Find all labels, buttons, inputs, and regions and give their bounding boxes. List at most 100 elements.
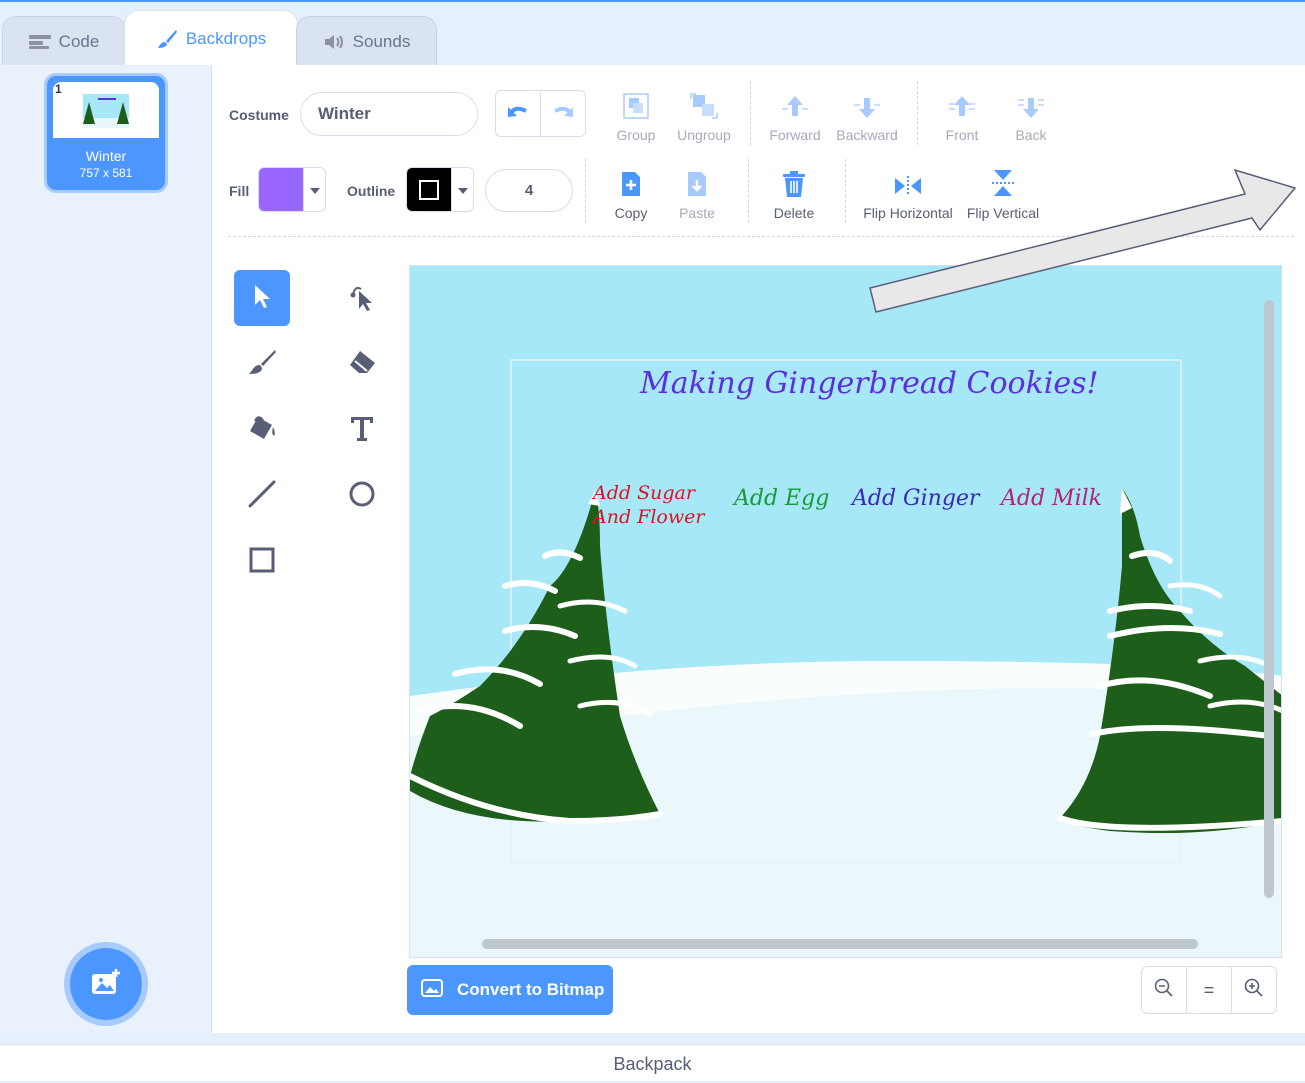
tab-code-label: Code: [58, 31, 100, 51]
backdrop-number: 1: [55, 82, 62, 96]
brush-tool[interactable]: [234, 336, 290, 392]
copy-button[interactable]: Copy: [611, 165, 651, 221]
delete-label: Delete: [773, 205, 815, 221]
paint-canvas[interactable]: Making Gingerbread Cookies! Add Sugar An…: [409, 265, 1282, 958]
redo-button[interactable]: [541, 91, 585, 136]
circle-tool[interactable]: [334, 468, 390, 524]
circle-icon: [348, 480, 376, 513]
line-icon: [247, 479, 277, 514]
undo-redo-group: [495, 90, 586, 137]
fill-label: Fill: [229, 183, 250, 199]
backdrop-name: Winter: [85, 148, 127, 164]
tab-code[interactable]: Code: [2, 16, 126, 66]
add-backdrop-icon: [90, 968, 122, 1001]
tab-backdrops-label: Backdrops: [185, 29, 267, 48]
tab-sounds[interactable]: Sounds: [296, 16, 437, 66]
toolbar-divider: [845, 159, 846, 223]
backdrop-list: 1 Winter 757 x 581: [0, 65, 212, 1033]
outline-swatch: [407, 168, 451, 211]
front-button[interactable]: Front: [942, 87, 982, 143]
paint-bucket-icon: [246, 413, 278, 448]
canvas-title: Making Gingerbread Cookies!: [640, 366, 1099, 401]
backdrop-size: 757 x 581: [79, 166, 133, 180]
convert-to-bitmap-label: Convert to Bitmap: [457, 980, 605, 999]
fill-color-picker[interactable]: [258, 167, 326, 212]
undo-button[interactable]: [496, 91, 541, 136]
trash-icon: [781, 170, 807, 201]
canvas-label-ginger: Add Ginger: [852, 486, 980, 511]
toolbar-divider: [748, 159, 749, 223]
copy-icon: [619, 170, 643, 201]
convert-to-bitmap-button[interactable]: Convert to Bitmap: [407, 965, 613, 1015]
backdrop-item-winter[interactable]: 1 Winter 757 x 581: [44, 73, 168, 193]
outline-color-picker[interactable]: [406, 167, 474, 212]
backward-icon: [852, 94, 882, 123]
forward-label: Forward: [769, 127, 821, 143]
fill-tool[interactable]: [234, 402, 290, 458]
canvas-label-egg: Add Egg: [734, 486, 830, 511]
tab-backdrops[interactable]: Backdrops: [124, 10, 298, 67]
vertical-scrollbar[interactable]: [1264, 300, 1274, 898]
ungroup-icon: [689, 92, 719, 123]
rectangle-tool[interactable]: [234, 534, 290, 590]
reshape-tool[interactable]: [334, 270, 390, 326]
fill-swatch: [259, 168, 303, 211]
canvas-label-milk: Add Milk: [1001, 486, 1102, 511]
zoom-in-icon: [1244, 978, 1264, 1003]
editor-tabs: Code Backdrops Sounds: [0, 2, 1305, 67]
paste-label: Paste: [679, 205, 715, 221]
toolbar-divider: [585, 159, 586, 223]
backward-button[interactable]: Backward: [835, 87, 899, 143]
forward-icon: [780, 94, 810, 123]
eraser-icon: [347, 349, 377, 380]
toolbar-divider: [917, 81, 918, 145]
tab-sounds-label: Sounds: [352, 31, 411, 51]
line-tool[interactable]: [234, 468, 290, 524]
horizontal-scrollbar[interactable]: [482, 939, 1198, 949]
zoom-reset-button[interactable]: =: [1186, 967, 1231, 1013]
outline-width-input[interactable]: 4: [485, 169, 573, 212]
zoom-out-icon: [1154, 978, 1174, 1003]
delete-button[interactable]: Delete: [772, 165, 816, 221]
group-button[interactable]: Group: [616, 87, 656, 143]
toolbar-divider: [750, 81, 751, 145]
brush-icon: [156, 28, 178, 50]
code-icon: [28, 34, 51, 50]
rectangle-icon: [248, 546, 276, 579]
canvas-label-sugar: Add Sugar And Flower: [593, 482, 705, 528]
forward-button[interactable]: Forward: [768, 87, 822, 143]
costume-label: Costume: [229, 107, 289, 123]
ungroup-label: Ungroup: [677, 127, 731, 143]
ungroup-button[interactable]: Ungroup: [676, 87, 732, 143]
add-backdrop-button[interactable]: [70, 948, 142, 1020]
back-icon: [1016, 94, 1046, 123]
speaker-icon: [323, 33, 345, 51]
zoom-out-button[interactable]: [1142, 967, 1186, 1013]
image-icon: [421, 978, 443, 1002]
backpack-panel[interactable]: Backpack: [0, 1044, 1305, 1081]
paste-icon: [685, 170, 709, 201]
costume-name-input[interactable]: Winter: [300, 92, 478, 136]
arrow-cursor-icon: [251, 283, 273, 314]
group-label: Group: [616, 127, 656, 143]
copy-label: Copy: [614, 205, 648, 221]
outline-label: Outline: [347, 183, 396, 199]
chevron-down-icon: [457, 181, 468, 199]
back-button[interactable]: Back: [1011, 87, 1051, 143]
back-label: Back: [1015, 127, 1047, 143]
text-icon: [348, 414, 376, 447]
zoom-in-button[interactable]: [1231, 967, 1276, 1013]
backward-label: Backward: [836, 127, 898, 143]
paste-button[interactable]: Paste: [677, 165, 717, 221]
eraser-tool[interactable]: [334, 336, 390, 392]
group-icon: [622, 92, 650, 123]
chevron-down-icon: [309, 181, 320, 199]
brush-icon: [247, 348, 277, 381]
text-tool[interactable]: [334, 402, 390, 458]
redo-icon: [551, 103, 575, 124]
annotation-arrow: [860, 160, 1305, 330]
select-tool[interactable]: [234, 270, 290, 326]
backdrop-thumbnail: [53, 82, 159, 138]
front-label: Front: [945, 127, 979, 143]
undo-icon: [506, 103, 530, 124]
